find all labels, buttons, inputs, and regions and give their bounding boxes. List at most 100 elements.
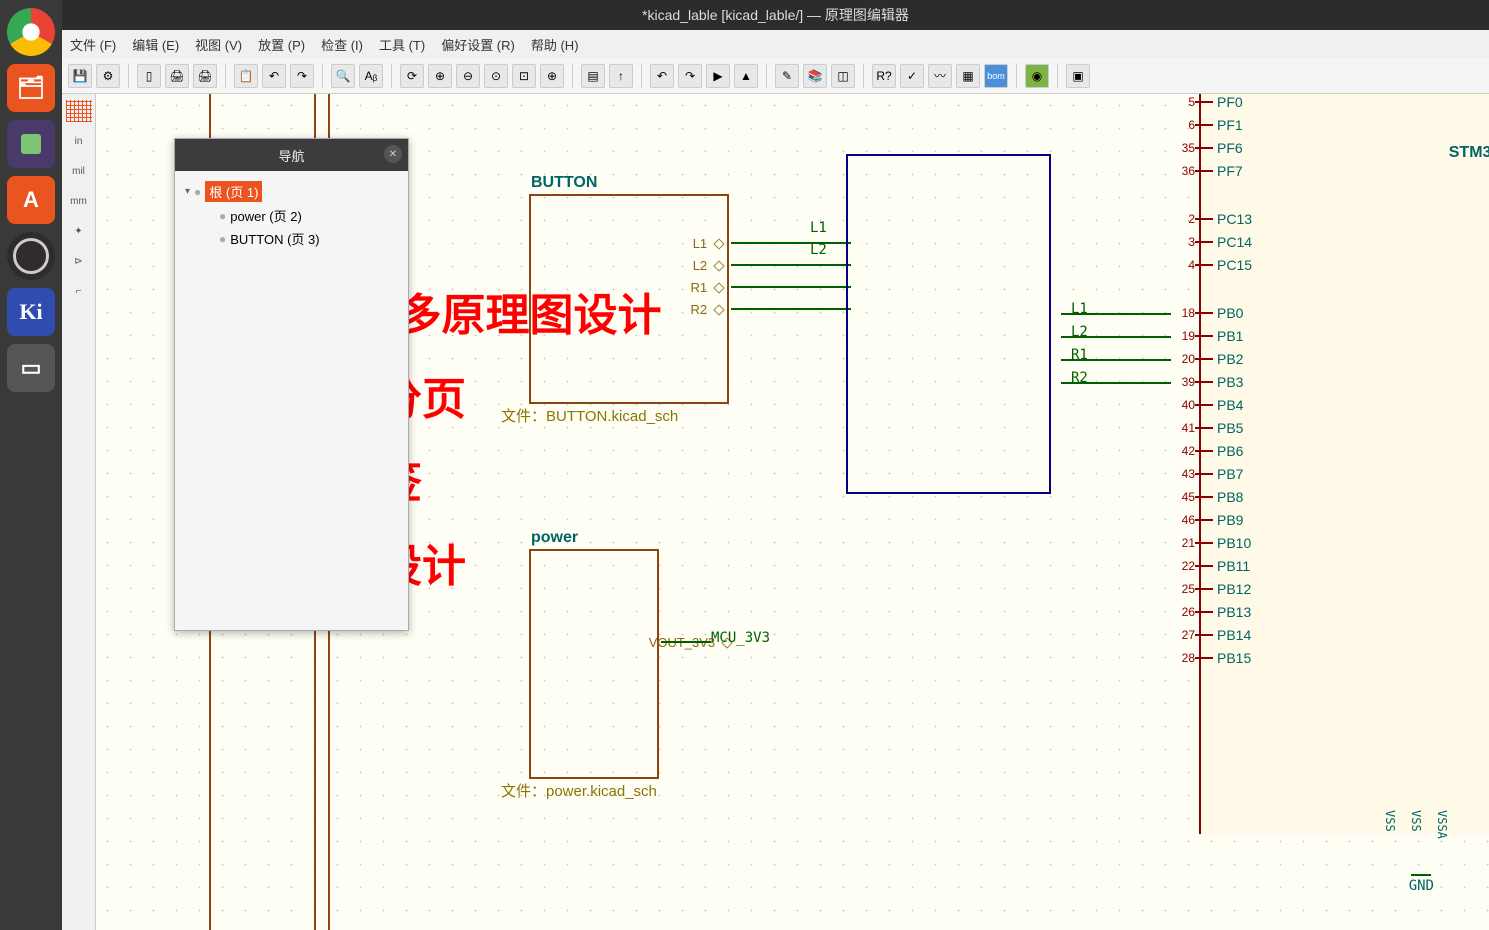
rotate-ccw-button[interactable]: ↶ [650, 64, 674, 88]
mcu-pin-PF1: 6PF1 [1171, 117, 1243, 133]
close-icon[interactable]: ✕ [384, 145, 402, 163]
mcu-pin-PB2: 20PB2 [1171, 351, 1243, 367]
browse-symbol-button[interactable]: 📚 [803, 64, 827, 88]
erc-button[interactable]: ✓ [900, 64, 924, 88]
menu-preferences[interactable]: 偏好设置 (R) [441, 35, 515, 54]
units-mm-button[interactable]: mm [66, 190, 92, 212]
mcu-pin-PF0: 5PF0 [1171, 94, 1243, 110]
pcb-editor-button[interactable]: ◉ [1025, 64, 1049, 88]
workspace: in mil mm ✦ ⊳ ⌐ 导航 ✕ ▾ ● [62, 94, 1489, 930]
ubuntu-launcher: 🗂 A Ki ▭ [0, 0, 62, 930]
page-settings-button[interactable]: ▯ [137, 64, 161, 88]
left-toolbar: in mil mm ✦ ⊳ ⌐ [62, 94, 96, 930]
vss-pins: VSS VSS VSSA [1383, 810, 1449, 839]
menu-view[interactable]: 视图 (V) [195, 35, 242, 54]
schematic-canvas[interactable]: 导航 ✕ ▾ ● 根 (页 1) ● power (页 2) ● [96, 94, 1489, 930]
tree-item-power[interactable]: ● power (页 2) [185, 204, 398, 227]
refresh-button[interactable]: ⟳ [400, 64, 424, 88]
units-mil-button[interactable]: mil [66, 160, 92, 182]
undo-button[interactable]: ↶ [262, 64, 286, 88]
sheet-button-title: BUTTON [531, 174, 597, 192]
rotate-cw-button[interactable]: ↷ [678, 64, 702, 88]
symbol-editor-button[interactable]: ✎ [775, 64, 799, 88]
obs-icon[interactable] [7, 232, 55, 280]
paste-button[interactable]: 📋 [234, 64, 258, 88]
mcu-pin-PB4: 40PB4 [1171, 397, 1243, 413]
kicad-icon[interactable]: Ki [7, 288, 55, 336]
gnd-symbol: GND [1409, 874, 1434, 894]
mcu-pin-PB11: 22PB11 [1171, 558, 1250, 574]
footprint-editor-button[interactable]: ◫ [831, 64, 855, 88]
toolbar: 💾 ⚙ ▯ 🖨 🖨 📋 ↶ ↷ 🔍 Aᵦ ⟳ ⊕ ⊖ ⊙ ⊡ ⊕ ▤ ↑ ↶ ↷… [62, 58, 1489, 94]
zoom-fit-button[interactable]: ⊙ [484, 64, 508, 88]
net-l1: L1 [810, 220, 827, 236]
hierarchy-navigator: 导航 ✕ ▾ ● 根 (页 1) ● power (页 2) ● [174, 138, 409, 631]
annotate-button[interactable]: R? [872, 64, 896, 88]
mcu-pin-PB14: 27PB14 [1171, 627, 1251, 643]
mcu-pin-PB1: 19PB1 [1171, 328, 1243, 344]
emacs-icon[interactable] [7, 120, 55, 168]
hidden-pins-button[interactable]: ⊳ [66, 250, 92, 272]
menu-place[interactable]: 放置 (P) [258, 35, 305, 54]
hierarchy-button[interactable]: ▤ [581, 64, 605, 88]
software-center-icon[interactable]: A [7, 176, 55, 224]
schematic-setup-button[interactable]: ⚙ [96, 64, 120, 88]
hier-pin-l1: L1 [693, 236, 723, 252]
mcu-pin-PB0: 18PB0 [1171, 305, 1243, 321]
mirror-v-button[interactable]: ▶ [706, 64, 730, 88]
mcu-pin-PF6: 35PF6 [1171, 140, 1243, 156]
plot-button[interactable]: 🖨 [193, 64, 217, 88]
chrome-icon[interactable] [7, 8, 55, 56]
print-button[interactable]: 🖨 [165, 64, 189, 88]
mcu-pin-PB15: 28PB15 [1171, 650, 1251, 666]
redo-button[interactable]: ↷ [290, 64, 314, 88]
bom-button[interactable]: bom [984, 64, 1008, 88]
mcu-pin-PB7: 43PB7 [1171, 466, 1243, 482]
free-angle-button[interactable]: ⌐ [66, 280, 92, 302]
net-mcu3v3: MCU_3V3 [711, 630, 770, 646]
mcu-pin-PC15: 4PC15 [1171, 257, 1252, 273]
menu-inspect[interactable]: 检查 (I) [321, 35, 363, 54]
assign-footprints-button[interactable]: ▦ [956, 64, 980, 88]
nav-tree: ▾ ● 根 (页 1) ● power (页 2) ● BUTTON (页 3) [175, 171, 408, 630]
hier-pin-l2: L2 [693, 258, 723, 274]
cursor-button[interactable]: ✦ [66, 220, 92, 242]
zoom-in-button[interactable]: ⊕ [428, 64, 452, 88]
recorder-icon[interactable]: ▭ [7, 344, 55, 392]
find-replace-button[interactable]: Aᵦ [359, 64, 383, 88]
grid-button[interactable] [66, 100, 92, 122]
tree-item-button[interactable]: ● BUTTON (页 3) [185, 227, 398, 250]
bus-entry[interactable] [846, 154, 1051, 494]
titlebar: *kicad_lable [kicad_lable/] — 原理图编辑器 [62, 0, 1489, 30]
mcu-pin-PF7: 36PF7 [1171, 163, 1243, 179]
zoom-selection-button[interactable]: ⊡ [512, 64, 536, 88]
nav-title: 导航 ✕ [175, 139, 408, 171]
menu-tools[interactable]: 工具 (T) [379, 35, 425, 54]
mirror-h-button[interactable]: ▲ [734, 64, 758, 88]
save-button[interactable]: 💾 [68, 64, 92, 88]
menu-help[interactable]: 帮助 (H) [531, 35, 579, 54]
window-title: *kicad_lable [kicad_lable/] — 原理图编辑器 [642, 5, 909, 25]
mcu-pin-PB9: 46PB9 [1171, 512, 1243, 528]
scripting-button[interactable]: ▣ [1066, 64, 1090, 88]
find-button[interactable]: 🔍 [331, 64, 355, 88]
hier-pin-r1: R1 [691, 280, 723, 296]
zoom-auto-button[interactable]: ⊕ [540, 64, 564, 88]
menu-edit[interactable]: 编辑 (E) [132, 35, 179, 54]
mcu-pin-PC14: 3PC14 [1171, 234, 1252, 250]
mcu-name: STM32F0 [1449, 144, 1489, 162]
leave-sheet-button[interactable]: ↑ [609, 64, 633, 88]
zoom-out-button[interactable]: ⊖ [456, 64, 480, 88]
mcu-pin-PB8: 45PB8 [1171, 489, 1243, 505]
sheet-power-file: 文件：power.kicad_sch [501, 780, 657, 801]
mcu-pin-PB3: 39PB3 [1171, 374, 1243, 390]
files-icon[interactable]: 🗂 [7, 64, 55, 112]
mcu-symbol[interactable]: STM32F0 5PF06PF135PF636PF72PC133PC144PC1… [1199, 94, 1489, 834]
menu-file[interactable]: 文件 (F) [70, 35, 116, 54]
mcu-pin-PC13: 2PC13 [1171, 211, 1252, 227]
mcu-pin-PB6: 42PB6 [1171, 443, 1243, 459]
units-in-button[interactable]: in [66, 130, 92, 152]
mcu-pin-PB12: 25PB12 [1171, 581, 1251, 597]
tree-root[interactable]: ▾ ● 根 (页 1) [185, 179, 398, 204]
simulator-button[interactable]: 〰 [928, 64, 952, 88]
